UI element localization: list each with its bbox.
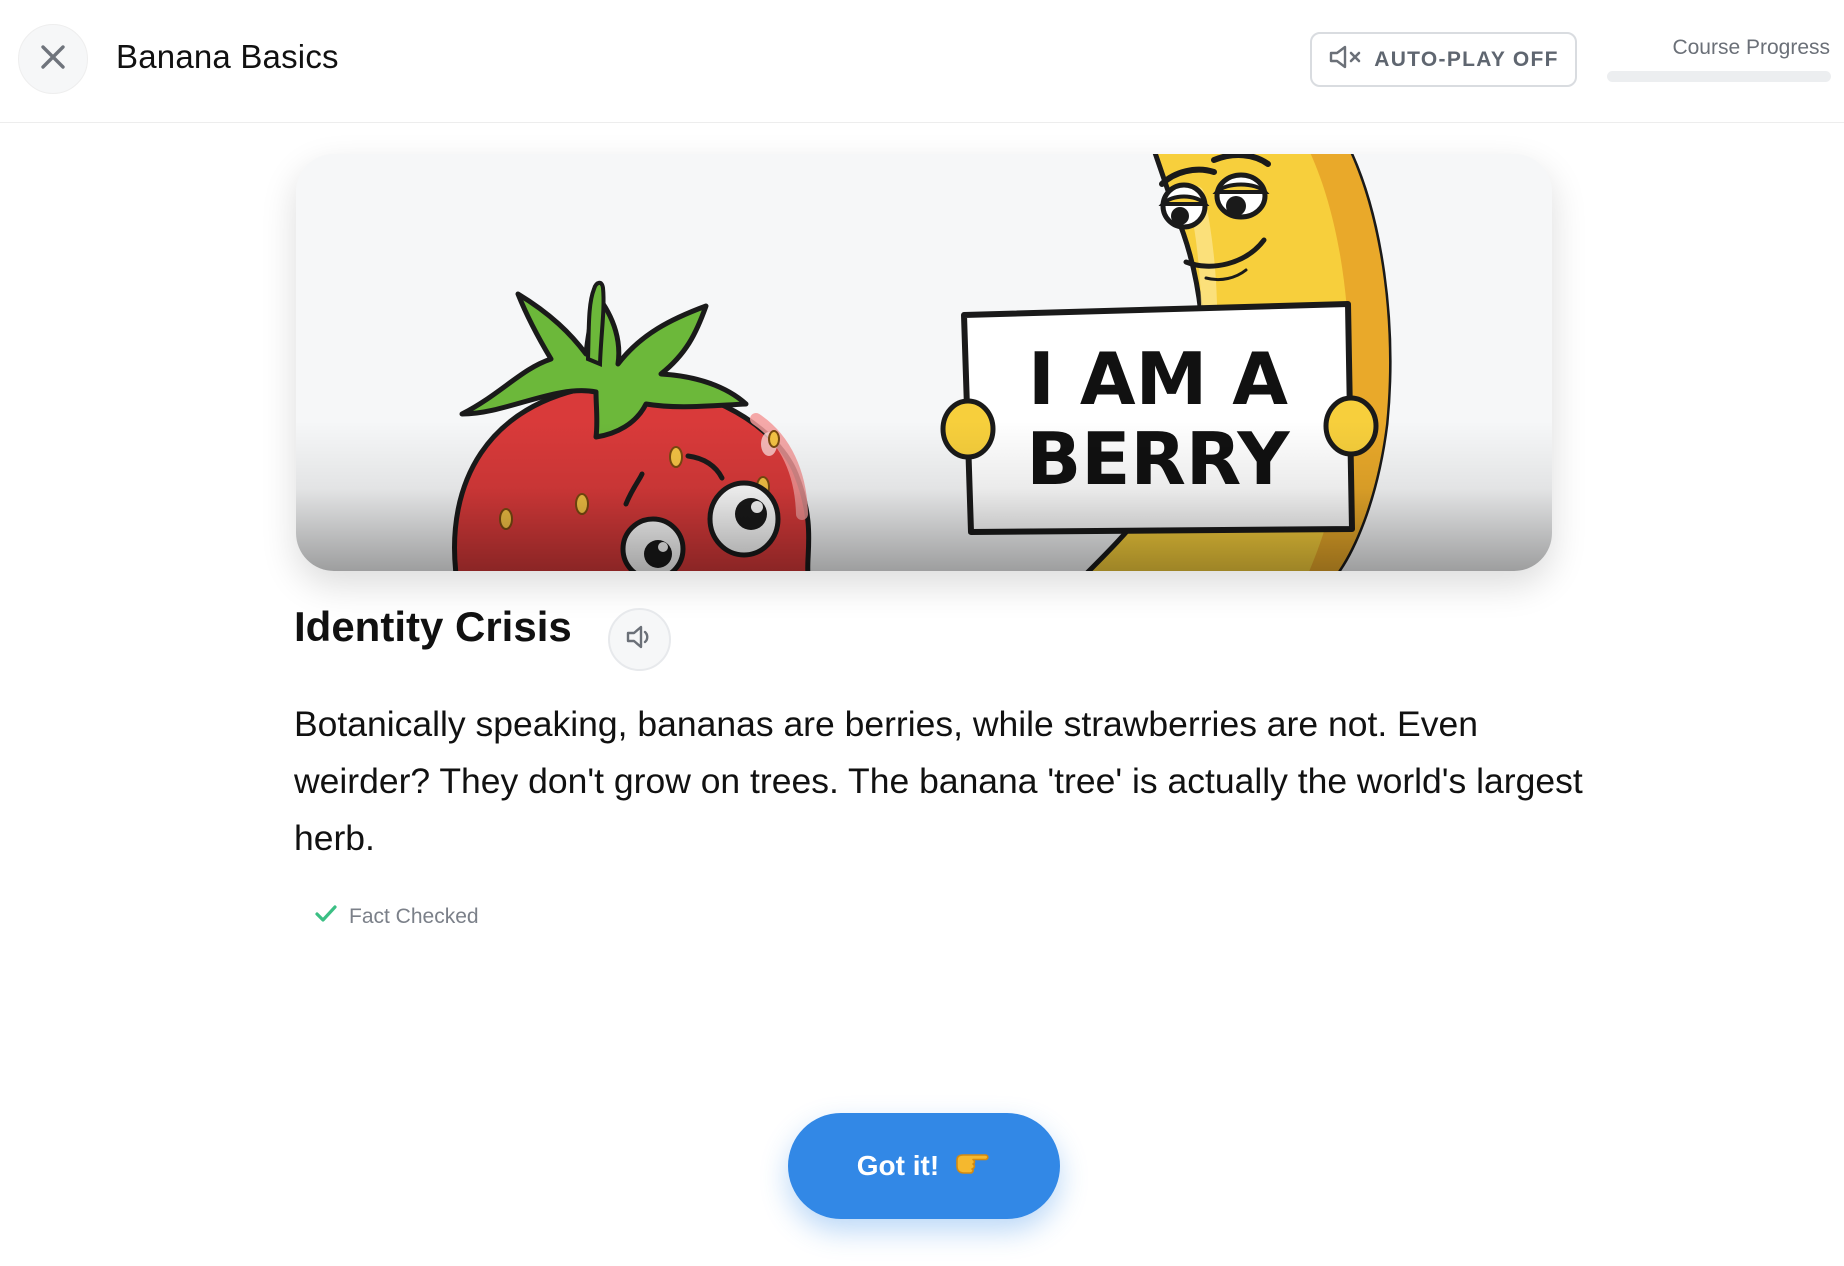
fact-checked-label: Fact Checked <box>349 904 479 928</box>
course-progress-bar <box>1607 71 1831 82</box>
close-icon <box>38 42 68 77</box>
checkmark-icon <box>314 904 338 929</box>
fact-checked-badge: Fact Checked <box>314 904 479 929</box>
got-it-label: Got it! <box>856 1150 940 1181</box>
course-progress-label: Course Progress <box>1672 36 1830 59</box>
autoplay-toggle-button[interactable]: AUTO-PLAY OFF <box>1310 32 1577 87</box>
close-button[interactable] <box>18 24 88 94</box>
top-bar: Banana Basics AUTO-PLAY OFF Course Progr… <box>0 0 1844 123</box>
autoplay-label: AUTO-PLAY OFF <box>1374 47 1559 71</box>
read-aloud-button[interactable] <box>608 608 671 671</box>
hero-illustration: I AM A BERRY <box>296 154 1552 571</box>
speaker-muted-icon <box>1328 45 1362 74</box>
sign-line-1: I AM A <box>1028 337 1288 421</box>
berry-sign: I AM A BERRY <box>940 301 1379 535</box>
lesson-title: Banana Basics <box>116 38 339 75</box>
banana-strawberry-illustration: I AM A BERRY <box>296 154 1552 571</box>
card-title: Identity Crisis <box>294 603 572 650</box>
speaker-icon <box>625 624 655 655</box>
sign-line-2: BERRY <box>1026 417 1290 501</box>
card-body-text: Botanically speaking, bananas are berrie… <box>294 704 1583 858</box>
pointing-hand-icon <box>953 1150 991 1183</box>
got-it-button[interactable]: Got it! <box>788 1113 1060 1219</box>
